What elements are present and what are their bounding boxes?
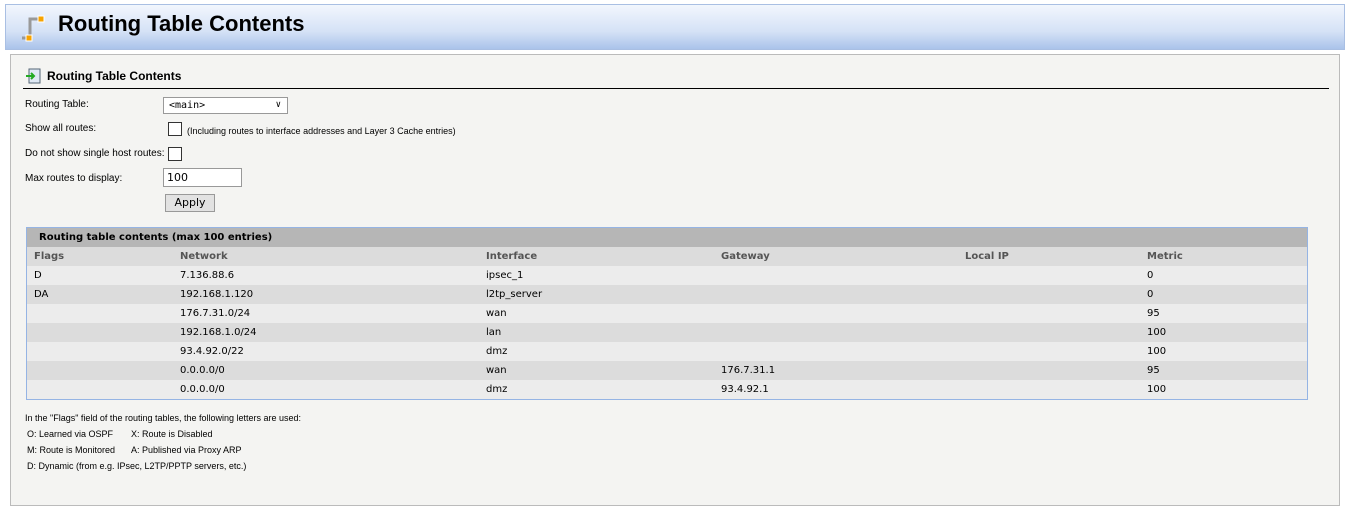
apply-button[interactable]: Apply (165, 194, 215, 212)
col-local-ip: Local IP (965, 251, 1009, 262)
cell-flags: D (34, 270, 42, 281)
routing-icon (22, 15, 45, 42)
table-row: DA 192.168.1.120 l2tp_server 0 (27, 285, 1307, 304)
cell-interface: wan (486, 365, 507, 376)
cell-network: 176.7.31.0/24 (180, 308, 251, 319)
cell-network: 0.0.0.0/0 (180, 365, 225, 376)
legend-intro: In the "Flags" field of the routing tabl… (25, 413, 302, 423)
chevron-down-icon: ∨ (275, 100, 281, 110)
cell-flags: DA (34, 289, 49, 300)
table-row: 0.0.0.0/0 dmz 93.4.92.1 100 (27, 380, 1307, 399)
section-title: Routing Table Contents (47, 69, 182, 83)
max-routes-input[interactable]: 100 (163, 168, 242, 187)
page-title: Routing Table Contents (58, 11, 305, 36)
cell-metric: 0 (1147, 270, 1154, 281)
content-panel: Routing Table Contents Routing Table: <m… (10, 54, 1340, 506)
cell-metric: 100 (1147, 327, 1167, 338)
col-network: Network (180, 251, 228, 262)
legend-a: A: Published via Proxy ARP (131, 445, 242, 455)
cell-metric: 0 (1147, 289, 1154, 300)
cell-interface: ipsec_1 (486, 270, 524, 281)
legend-d: D: Dynamic (from e.g. IPsec, L2TP/PPTP s… (27, 461, 247, 471)
table-row: 0.0.0.0/0 wan 176.7.31.1 95 (27, 361, 1307, 380)
cell-gateway: 93.4.92.1 (721, 384, 769, 395)
cell-network: 192.168.1.0/24 (180, 327, 257, 338)
cell-network: 93.4.92.0/22 (180, 346, 244, 357)
table-title: Routing table contents (max 100 entries) (27, 228, 1307, 247)
document-arrow-icon (26, 68, 41, 84)
cell-interface: lan (486, 327, 502, 338)
cell-metric: 100 (1147, 384, 1167, 395)
cell-interface: wan (486, 308, 507, 319)
show-all-routes-note: (Including routes to interface addresses… (187, 126, 456, 136)
cell-gateway: 176.7.31.1 (721, 365, 776, 376)
table-row: 176.7.31.0/24 wan 95 (27, 304, 1307, 323)
cell-metric: 95 (1147, 365, 1160, 376)
show-all-routes-checkbox[interactable] (168, 122, 182, 136)
max-routes-label: Max routes to display: (25, 173, 123, 184)
cell-interface: l2tp_server (486, 289, 543, 300)
cell-interface: dmz (486, 346, 508, 357)
routing-table-value: <main> (169, 100, 206, 111)
cell-network: 0.0.0.0/0 (180, 384, 225, 395)
cell-network: 192.168.1.120 (180, 289, 254, 300)
single-host-label: Do not show single host routes: (25, 148, 165, 159)
show-all-routes-label: Show all routes: (25, 123, 97, 134)
cell-metric: 100 (1147, 346, 1167, 357)
page-header: Routing Table Contents (5, 4, 1345, 50)
routing-table-label: Routing Table: (25, 99, 89, 110)
routing-table: Routing table contents (max 100 entries)… (26, 227, 1308, 400)
cell-network: 7.136.88.6 (180, 270, 235, 281)
table-header-row: Flags Network Interface Gateway Local IP… (27, 247, 1307, 266)
col-interface: Interface (486, 251, 538, 262)
table-row: 93.4.92.0/22 dmz 100 (27, 342, 1307, 361)
legend-o: O: Learned via OSPF (27, 429, 114, 439)
table-row: D 7.136.88.6 ipsec_1 0 (27, 266, 1307, 285)
cell-metric: 95 (1147, 308, 1160, 319)
section-header: Routing Table Contents (23, 67, 1329, 89)
col-flags: Flags (34, 251, 65, 262)
routing-table-select[interactable]: <main> ∨ (163, 97, 288, 114)
legend-m: M: Route is Monitored (27, 445, 116, 455)
table-row: 192.168.1.0/24 lan 100 (27, 323, 1307, 342)
col-gateway: Gateway (721, 251, 770, 262)
cell-interface: dmz (486, 384, 508, 395)
legend-x: X: Route is Disabled (131, 429, 213, 439)
single-host-checkbox[interactable] (168, 147, 182, 161)
col-metric: Metric (1147, 251, 1183, 262)
